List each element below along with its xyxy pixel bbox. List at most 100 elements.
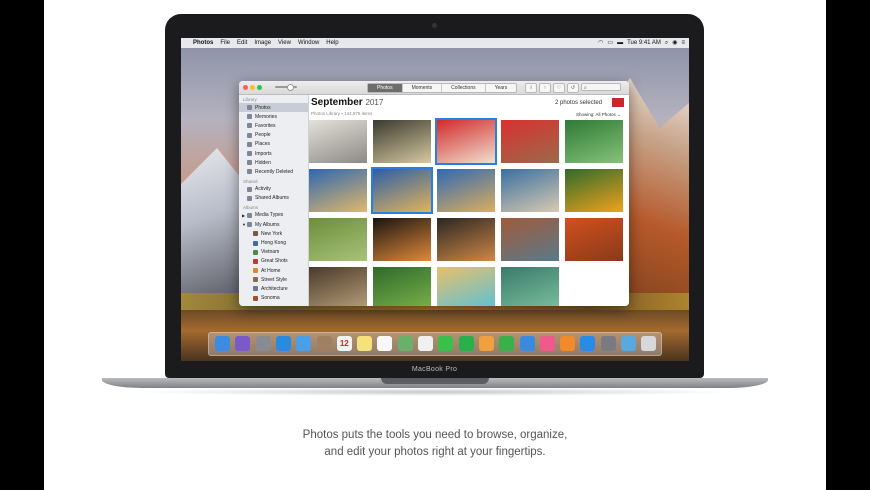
sidebar-item-places[interactable]: Places [239,140,308,149]
tab-moments[interactable]: Moments [403,84,443,92]
finder-icon[interactable] [215,336,230,351]
sidebar-item-label: Places [255,141,271,148]
calendar-icon[interactable]: 12 [336,336,352,351]
tab-collections[interactable]: Collections [442,84,486,92]
photo-thumbnail-friends-red-wall[interactable] [501,120,559,163]
photo-thumbnail-sea-dusk[interactable] [437,218,495,261]
reminders-icon[interactable] [377,336,393,351]
menu-app-name[interactable]: Photos [193,38,213,48]
notification-center-icon[interactable]: ≡ [681,38,685,48]
menu-file[interactable]: File [220,38,230,48]
menu-view[interactable]: View [278,38,291,48]
minimize-button[interactable] [250,85,255,90]
messages-icon[interactable] [438,336,454,351]
photos-icon[interactable] [418,336,433,351]
photo-thumbnail-rock-arch-3[interactable] [437,169,495,212]
pages-icon[interactable] [478,336,494,351]
system-preferences-icon[interactable] [600,336,616,351]
photo-thumbnail-boat-coast[interactable] [501,169,559,212]
battery-icon[interactable]: ▬ [617,38,623,48]
menu-bar: Photos File Edit Image View Window Help … [181,38,689,48]
siri-menu-icon[interactable]: ◉ [672,38,677,48]
showing-filter-label: Showing: All Photos [576,112,616,117]
menu-help[interactable]: Help [326,38,338,48]
menu-window[interactable]: Window [298,38,319,48]
photo-thumbnail-stone-arch[interactable] [309,267,367,306]
info-icon[interactable]: i [525,83,537,93]
launchpad-icon[interactable] [255,336,271,351]
menu-image[interactable]: Image [254,38,271,48]
maps-icon[interactable] [397,336,413,351]
notes-icon[interactable] [357,336,373,351]
selection-thumbnail[interactable] [611,97,625,108]
menu-edit[interactable]: Edit [237,38,247,48]
siri-icon[interactable] [235,336,251,351]
airplay-icon[interactable]: ▭ [607,38,613,48]
sidebar-item-people[interactable]: People [239,131,308,140]
sidebar-item-album[interactable]: At Home [239,266,308,275]
itunes-icon[interactable] [539,336,555,351]
photo-thumbnail-green-leaves[interactable] [565,120,623,163]
sidebar-item-shared-albums[interactable]: Shared Albums [239,194,308,203]
sidebar-item-favorites[interactable]: Favorites [239,121,308,130]
sidebar-item-my-albums[interactable]: ▼ My Albums [239,220,308,229]
safari-icon[interactable] [275,336,291,351]
sidebar-item-activity[interactable]: Activity [239,185,308,194]
close-button[interactable] [243,85,248,90]
sidebar-item-album[interactable]: New York [239,229,308,238]
photo-thumbnail-wall-portrait[interactable] [309,120,367,163]
sidebar-item-label: Shared Albums [255,195,289,202]
spotlight-icon[interactable]: ⌕ [665,38,668,48]
sidebar-item-imports[interactable]: Imports [239,149,308,158]
sidebar-item-memories[interactable]: Memories [239,112,308,121]
photo-thumbnail-rock-arch-1[interactable] [309,169,367,212]
sidebar-item-label: Imports [255,150,272,157]
sidebar-item-album[interactable]: Vietnam [239,248,308,257]
tab-years[interactable]: Years [486,84,517,92]
shared-album-icon [247,195,252,201]
photo-thumbnail-rock-arch-2[interactable] [371,167,433,214]
sidebar-item-album[interactable]: Great Shots [239,257,308,266]
ibooks-icon[interactable] [560,336,576,351]
trash-icon[interactable] [641,336,657,351]
memories-icon [247,114,252,120]
sidebar-item-hidden[interactable]: Hidden [239,158,308,167]
photo-thumbnail-bamboo[interactable] [373,267,431,306]
showing-filter[interactable]: Showing: All Photos ⌄ [576,112,621,118]
sidebar-item-album[interactable]: Street Style [239,275,308,284]
share-icon[interactable]: ↑ [539,83,551,93]
keynote-icon[interactable] [519,336,535,351]
tab-photos[interactable]: Photos [368,84,403,92]
photo-thumbnail-hair-flip[interactable] [435,118,497,165]
photo-thumbnail-man-portrait[interactable] [373,120,431,163]
mail-icon[interactable] [296,336,312,351]
sidebar-item-album[interactable]: Architecture [239,284,308,293]
photo-thumbnail-hibiscus[interactable] [565,169,623,212]
app-store-icon[interactable] [580,336,596,351]
laptop-notch [381,378,489,384]
facetime-icon[interactable] [458,336,474,351]
photo-thumbnail-sunset-silhouette[interactable] [373,218,431,261]
sidebar-item-media-types[interactable]: ▶ Media Types [239,211,308,220]
rotate-icon[interactable]: ↺ [567,83,579,93]
photo-thumbnail-blonde-portrait[interactable] [437,267,495,306]
sidebar-item-photos[interactable]: Photos [239,103,308,113]
search-field[interactable]: ⌕ [581,83,621,91]
photo-thumbnail-palm-frond[interactable] [309,218,367,261]
sidebar-item-album[interactable]: Hong Kong [239,238,308,247]
zoom-slider-knob[interactable] [287,84,294,91]
photo-thumbnail-orange-dancer[interactable] [565,218,623,261]
view-tabs: Photos Moments Collections Years [367,83,518,93]
contacts-icon[interactable] [316,336,332,351]
numbers-icon[interactable] [499,336,515,351]
wifi-icon[interactable]: ◠ [598,38,603,48]
sidebar-item-label: Hong Kong [261,240,287,247]
menu-clock[interactable]: Tue 9:41 AM [627,38,661,48]
zoom-button[interactable] [257,85,262,90]
sidebar-item-album[interactable]: Sonoma [239,294,308,303]
favorite-icon[interactable]: ♡ [553,83,565,93]
photo-thumbnail-sky-sunset[interactable] [501,218,559,261]
sidebar-item-recently-deleted[interactable]: Recently Deleted [239,167,308,176]
photo-thumbnail-green-water[interactable] [501,267,559,306]
downloads-folder-icon[interactable] [621,336,636,351]
